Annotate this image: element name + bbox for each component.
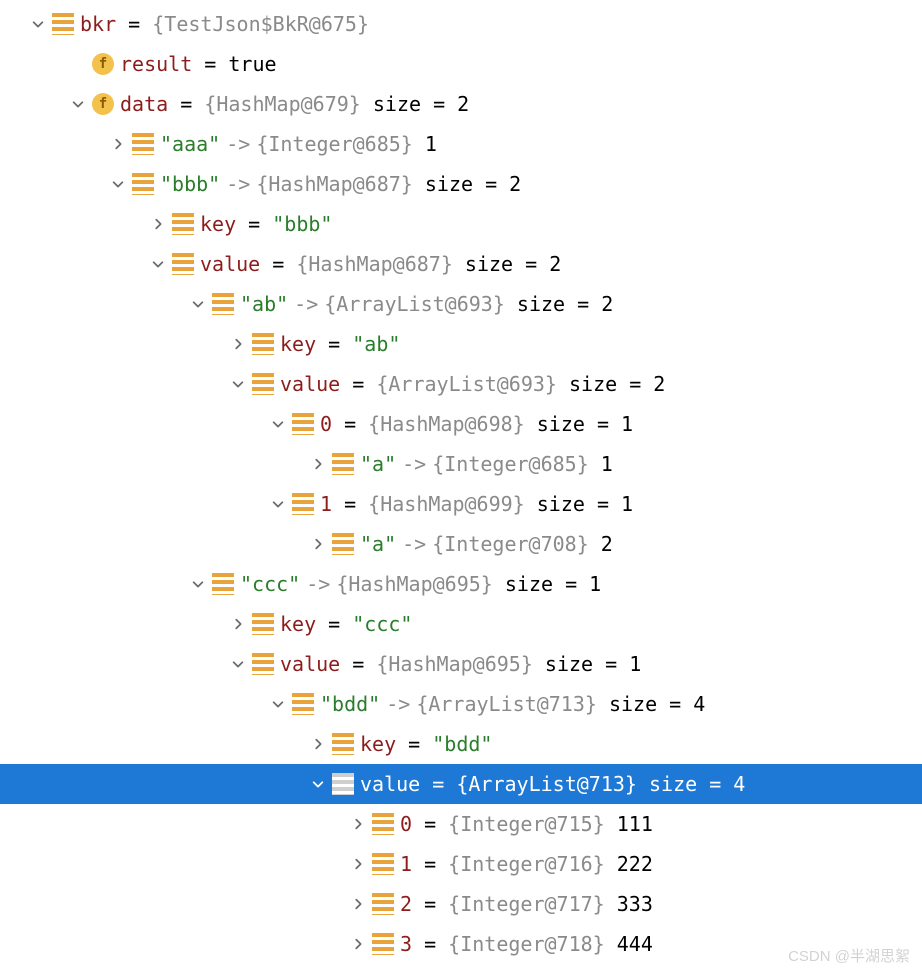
tree-row[interactable]: "a"->{Integer@708} 2 — [0, 524, 922, 564]
row-text: "bbb"->{HashMap@687} size = 2 — [160, 164, 521, 204]
chevron-right-icon[interactable] — [228, 604, 248, 644]
chevron-right-icon[interactable] — [308, 444, 328, 484]
chevron-right-icon[interactable] — [148, 204, 168, 244]
chevron-down-icon[interactable] — [188, 284, 208, 324]
chevron-down-icon[interactable] — [148, 244, 168, 284]
object-icon — [172, 213, 194, 235]
tree-row[interactable]: f result = true — [0, 44, 922, 84]
field-icon: f — [92, 93, 114, 115]
tree-row[interactable]: "ab"->{ArrayList@693} size = 2 — [0, 284, 922, 324]
row-text: "aaa"->{Integer@685} 1 — [160, 124, 437, 164]
object-icon — [252, 373, 274, 395]
tree-row[interactable]: value = {ArrayList@713} size = 4 — [0, 764, 922, 804]
chevron-down-icon[interactable] — [68, 84, 88, 124]
object-icon — [332, 733, 354, 755]
chevron-right-icon[interactable] — [348, 884, 368, 924]
tree-row[interactable]: 3 = {Integer@718} 444 — [0, 924, 922, 964]
tree-row[interactable]: 0 = {Integer@715} 111 — [0, 804, 922, 844]
row-text: key = "bbb" — [200, 204, 332, 244]
row-text: 2 = {Integer@717} 333 — [400, 884, 653, 924]
chevron-down-icon[interactable] — [228, 644, 248, 684]
row-text: 3 = {Integer@718} 444 — [400, 924, 653, 964]
row-text: key = "ab" — [280, 324, 400, 364]
chevron-right-icon[interactable] — [308, 524, 328, 564]
object-icon — [372, 853, 394, 875]
tree-row[interactable]: key = "bdd" — [0, 724, 922, 764]
row-text: value = {HashMap@695} size = 1 — [280, 644, 641, 684]
row-text: "bdd"->{ArrayList@713} size = 4 — [320, 684, 705, 724]
object-icon — [52, 13, 74, 35]
row-text: "a"->{Integer@708} 2 — [360, 524, 613, 564]
object-icon — [332, 533, 354, 555]
tree-row[interactable]: "aaa"->{Integer@685} 1 — [0, 124, 922, 164]
chevron-right-icon[interactable] — [228, 324, 248, 364]
chevron-right-icon[interactable] — [348, 924, 368, 964]
tree-row[interactable]: "bbb"->{HashMap@687} size = 2 — [0, 164, 922, 204]
chevron-right-icon[interactable] — [308, 724, 328, 764]
object-icon — [252, 653, 274, 675]
chevron-right-icon[interactable] — [348, 844, 368, 884]
object-icon — [212, 573, 234, 595]
object-icon — [332, 453, 354, 475]
chevron-down-icon[interactable] — [268, 684, 288, 724]
object-icon — [132, 133, 154, 155]
tree-row[interactable]: 1 = {Integer@716} 222 — [0, 844, 922, 884]
chevron-down-icon[interactable] — [108, 164, 128, 204]
object-icon — [372, 933, 394, 955]
row-text: 1 = {HashMap@699} size = 1 — [320, 484, 633, 524]
field-icon: f — [92, 53, 114, 75]
tree-row[interactable]: "ccc"->{HashMap@695} size = 1 — [0, 564, 922, 604]
row-text: "ccc"->{HashMap@695} size = 1 — [240, 564, 601, 604]
row-text: 0 = {Integer@715} 111 — [400, 804, 653, 844]
tree-row[interactable]: value = {ArrayList@693} size = 2 — [0, 364, 922, 404]
object-icon — [372, 893, 394, 915]
tree-row[interactable]: value = {HashMap@687} size = 2 — [0, 244, 922, 284]
tree-row[interactable]: 0 = {HashMap@698} size = 1 — [0, 404, 922, 444]
tree-row[interactable]: "a"->{Integer@685} 1 — [0, 444, 922, 484]
row-text: "a"->{Integer@685} 1 — [360, 444, 613, 484]
chevron-down-icon[interactable] — [188, 564, 208, 604]
tree-row[interactable]: "bdd"->{ArrayList@713} size = 4 — [0, 684, 922, 724]
chevron-down-icon[interactable] — [268, 404, 288, 444]
tree-row[interactable]: key = "ccc" — [0, 604, 922, 644]
chevron-down-icon[interactable] — [268, 484, 288, 524]
tree-row[interactable]: key = "bbb" — [0, 204, 922, 244]
row-text: value = {HashMap@687} size = 2 — [200, 244, 561, 284]
row-text: value = {ArrayList@693} size = 2 — [280, 364, 665, 404]
object-icon — [212, 293, 234, 315]
row-text: value = {ArrayList@713} size = 4 — [360, 764, 745, 804]
chevron-down-icon[interactable] — [228, 364, 248, 404]
chevron-right-icon[interactable] — [348, 804, 368, 844]
row-text: key = "ccc" — [280, 604, 412, 644]
row-text: 1 = {Integer@716} 222 — [400, 844, 653, 884]
row-text: "ab"->{ArrayList@693} size = 2 — [240, 284, 613, 324]
object-icon — [252, 333, 274, 355]
object-icon — [372, 813, 394, 835]
chevron-down-icon[interactable] — [28, 4, 48, 44]
object-icon — [292, 693, 314, 715]
object-icon — [292, 413, 314, 435]
chevron-down-icon[interactable] — [308, 764, 328, 804]
row-text: bkr = {TestJson$BkR@675} — [80, 4, 369, 44]
row-text: data = {HashMap@679} size = 2 — [120, 84, 469, 124]
debug-variables-tree[interactable]: bkr = {TestJson$BkR@675} f result = true fd… — [0, 0, 922, 968]
object-icon — [172, 253, 194, 275]
row-text: key = "bdd" — [360, 724, 492, 764]
tree-row[interactable]: key = "ab" — [0, 324, 922, 364]
tree-row[interactable]: value = {HashMap@695} size = 1 — [0, 644, 922, 684]
arrow-placeholder — [68, 44, 88, 84]
tree-row[interactable]: bkr = {TestJson$BkR@675} — [0, 4, 922, 44]
tree-row[interactable]: 2 = {Integer@717} 333 — [0, 884, 922, 924]
row-text: result = true — [120, 44, 277, 84]
tree-row[interactable]: 1 = {HashMap@699} size = 1 — [0, 484, 922, 524]
chevron-right-icon[interactable] — [108, 124, 128, 164]
object-icon — [332, 773, 354, 795]
object-icon — [292, 493, 314, 515]
object-icon — [132, 173, 154, 195]
row-text: 0 = {HashMap@698} size = 1 — [320, 404, 633, 444]
tree-row[interactable]: f data = {HashMap@679} size = 2 — [0, 84, 922, 124]
object-icon — [252, 613, 274, 635]
